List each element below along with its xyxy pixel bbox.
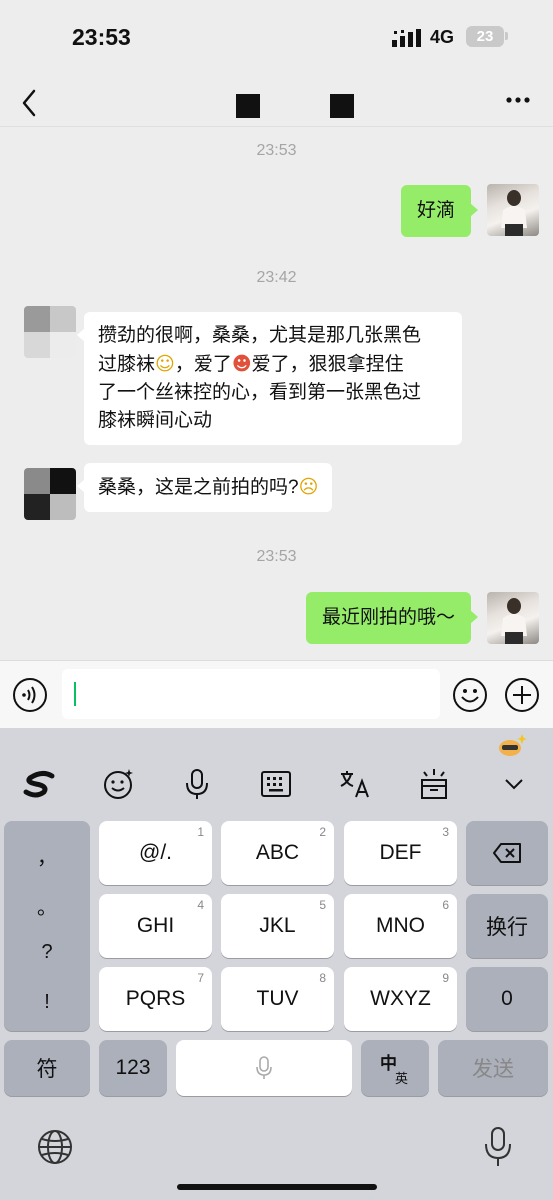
- sogou-mascot-icon[interactable]: [496, 732, 528, 760]
- timestamp: 23:53: [256, 142, 297, 159]
- space-key[interactable]: [176, 1040, 352, 1096]
- key-mno[interactable]: 6 MNO: [344, 894, 457, 958]
- newline-key[interactable]: 换行: [466, 894, 548, 958]
- input-bar: [0, 660, 553, 728]
- key-ghi[interactable]: 4 GHI: [99, 894, 212, 958]
- message-line: 了一个丝袜控的心，看到第一张黑色过: [98, 382, 422, 403]
- ime-keyboard: ， 。 ? ! 1 @/. 2 ABC 3 DEF 4 GHI 5 JKL 6 MNO 换行…: [0, 728, 553, 1200]
- key-jkl[interactable]: 5 JKL: [221, 894, 334, 958]
- sogou-logo-icon[interactable]: [22, 766, 58, 802]
- cat-emoji-icon: ☺: [155, 353, 175, 375]
- space-mic-icon: [256, 1056, 272, 1079]
- plus-icon[interactable]: [504, 677, 540, 713]
- message-bubble-received[interactable]: 桑桑，这是之前拍的吗?☹: [76, 463, 333, 512]
- punct-key[interactable]: 。: [4, 891, 90, 920]
- status-time: 23:53: [72, 24, 131, 50]
- key-wxyz[interactable]: 9 WXYZ: [344, 967, 457, 1031]
- globe-icon[interactable]: [36, 1128, 74, 1166]
- keyboard-layout-icon[interactable]: [258, 766, 294, 802]
- key-tuv[interactable]: 8 TUV: [221, 967, 334, 1031]
- mic-icon[interactable]: [179, 766, 215, 802]
- message-text: 过膝袜: [98, 354, 156, 375]
- punct-key[interactable]: ?: [4, 941, 90, 964]
- home-indicator[interactable]: [177, 1184, 377, 1190]
- timestamp: 23:53: [256, 548, 297, 565]
- back-icon[interactable]: [14, 81, 44, 121]
- collapse-chevron-icon[interactable]: [496, 766, 532, 802]
- my-avatar[interactable]: [487, 184, 539, 236]
- dictation-icon[interactable]: [482, 1126, 514, 1168]
- symbols-key[interactable]: 符: [4, 1040, 90, 1096]
- chat-title-redacted: [236, 94, 260, 118]
- network-type: 4G: [430, 27, 455, 47]
- status-bar: 23:53 4G 23: [0, 0, 553, 75]
- my-avatar[interactable]: [487, 592, 539, 644]
- message-bubble-sent[interactable]: 好滴: [400, 185, 479, 237]
- chat-title-redacted: [330, 94, 354, 118]
- keyboard-emoji-icon[interactable]: [100, 766, 136, 802]
- voice-icon[interactable]: [12, 677, 48, 713]
- send-key[interactable]: 发送: [438, 1040, 548, 1096]
- clipboard-icon[interactable]: [416, 766, 452, 802]
- key-abc[interactable]: 2 ABC: [221, 821, 334, 885]
- message-line: 攒劲的很啊，桑桑，尤其是那几张黑色: [98, 325, 422, 346]
- heart-eyes-emoji-icon: ☻: [231, 353, 252, 375]
- backspace-key[interactable]: [466, 821, 548, 885]
- message-bubble-received[interactable]: 攒劲的很啊，桑桑，尤其是那几张黑色 过膝袜☺，爱了☻爱了，狠狠拿捏住 了一个丝袜…: [77, 312, 462, 445]
- contact-avatar[interactable]: [24, 306, 76, 358]
- message-input[interactable]: [62, 669, 440, 719]
- battery-level: 23: [466, 26, 504, 47]
- contact-avatar[interactable]: [24, 468, 76, 520]
- emoji-icon[interactable]: [452, 677, 488, 713]
- punct-key[interactable]: ，: [4, 841, 90, 870]
- battery-cap: [505, 32, 508, 40]
- message-text: ，爱了: [174, 354, 232, 375]
- message-list[interactable]: 23:53 好滴 23:42 攒劲的很啊，桑桑，尤其是那几张黑色 过膝袜☺，爱了…: [0, 128, 553, 660]
- zero-key[interactable]: 0: [466, 967, 548, 1031]
- key-def[interactable]: 3 DEF: [344, 821, 457, 885]
- signal-icon: [392, 29, 421, 47]
- message-text: 爱了，狠狠拿捏住: [251, 354, 404, 375]
- punctuation-column[interactable]: ， 。 ? !: [4, 821, 90, 1031]
- timestamp: 23:42: [256, 269, 297, 286]
- numbers-key[interactable]: 123: [99, 1040, 167, 1096]
- more-icon[interactable]: [502, 85, 534, 115]
- punct-key[interactable]: !: [4, 991, 90, 1014]
- key-pqrs[interactable]: 7 PQRS: [99, 967, 212, 1031]
- message-line: 膝袜瞬间心动: [98, 410, 213, 431]
- backspace-icon: [493, 843, 521, 863]
- message-text: 桑桑，这是之前拍的吗?: [98, 477, 299, 498]
- language-switch-key[interactable]: 中 英: [361, 1040, 429, 1096]
- text-cursor: [74, 682, 76, 706]
- message-bubble-sent[interactable]: 最近刚拍的哦～: [305, 592, 479, 644]
- key-at[interactable]: 1 @/.: [99, 821, 212, 885]
- translate-icon[interactable]: [337, 766, 373, 802]
- message-line: 过膝袜☺，爱了☻爱了，狠狠拿捏住: [98, 350, 448, 379]
- chat-header: [0, 75, 553, 127]
- keyboard-toolbar: [0, 728, 553, 818]
- surprised-emoji-icon: ☹: [298, 476, 319, 498]
